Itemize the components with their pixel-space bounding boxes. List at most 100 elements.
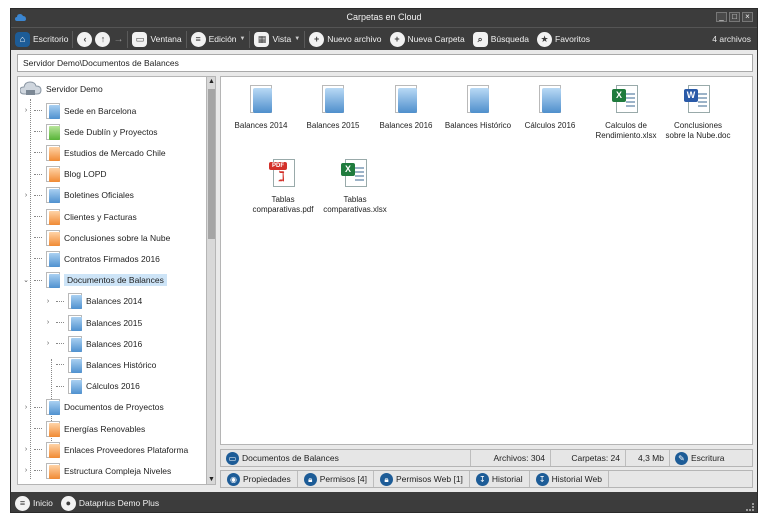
maximize-button[interactable]: □ xyxy=(729,12,740,22)
file-item[interactable]: X Calculos de Rendimiento.xlsx xyxy=(591,85,661,141)
tree-root-label: Servidor Demo xyxy=(46,84,103,94)
expand-icon[interactable]: › xyxy=(22,446,30,453)
forward-icon[interactable]: → xyxy=(113,34,123,45)
new-file-label: Nuevo archivo xyxy=(327,34,382,44)
plus-icon: + xyxy=(389,31,405,47)
close-button[interactable]: × xyxy=(742,12,753,22)
status-bar: ▭ Documentos de Balances Archivos: 304 C… xyxy=(220,449,753,467)
tree-item-label: Enlaces Proveedores Plataforma xyxy=(64,444,189,455)
folder-item[interactable]: Cálculos 2016 xyxy=(515,85,585,131)
back-icon[interactable]: ‹ xyxy=(77,31,93,47)
file-item[interactable]: W Conclusiones sobre la Nube.doc xyxy=(663,85,733,141)
folder-icon xyxy=(46,441,60,458)
folder-icon xyxy=(46,462,60,479)
edit-menu-button[interactable]: ≡ Edición ▼ xyxy=(187,28,250,51)
tab-web-history[interactable]: ↧ Historial Web xyxy=(530,471,609,487)
tree-item[interactable]: Estudios de Mercado Chile xyxy=(22,142,166,163)
write-permission-button[interactable]: ✎ Escritura xyxy=(670,450,752,466)
footer-bar: ≡ Inicio ● Dataprius Demo Plus xyxy=(11,492,757,512)
new-file-button[interactable]: + Nuevo archivo xyxy=(305,28,385,51)
server-icon xyxy=(20,81,42,95)
user-button[interactable]: ● Dataprius Demo Plus xyxy=(57,492,163,512)
tree-item[interactable]: › Boletines Oficiales xyxy=(22,185,134,206)
scroll-down-icon[interactable]: ▼ xyxy=(208,475,215,484)
tab-web-permissions[interactable]: 🔒︎ Permisos Web [1] xyxy=(374,471,470,487)
favorites-button[interactable]: ★ Favoritos xyxy=(533,28,594,51)
tree-item[interactable]: Clientes y Facturas xyxy=(22,206,137,227)
folder-icon xyxy=(68,356,82,373)
window-icon: ▭ xyxy=(132,31,148,47)
new-folder-label: Nueva Carpeta xyxy=(407,34,465,44)
tree-item-label: Conclusiones sobre la Nube xyxy=(64,232,171,243)
properties-tabs: ◉ Propiedades 🔒︎ Permisos [4] 🔒︎ Permiso… xyxy=(220,470,753,488)
new-folder-button[interactable]: + Nueva Carpeta xyxy=(386,28,469,51)
tree-item[interactable]: › Sede en Barcelona xyxy=(22,100,136,121)
tree-scrollbar[interactable]: ▲ ▼ xyxy=(206,76,216,485)
tree-item[interactable]: › Balances 2015 xyxy=(44,312,142,333)
expand-icon[interactable]: › xyxy=(22,192,30,199)
expand-icon[interactable]: › xyxy=(22,467,30,474)
tree-item[interactable]: › Estructura Compleja Niveles xyxy=(22,460,171,481)
tree-item[interactable]: Sede Dublín y Proyectos xyxy=(22,121,158,142)
expand-icon[interactable]: › xyxy=(44,340,52,347)
folder-icon xyxy=(392,85,420,115)
tree-item[interactable]: Blog LOPD xyxy=(22,164,107,185)
tab-properties[interactable]: ◉ Propiedades xyxy=(221,471,298,487)
view-menu-button[interactable]: ▦ Vista ▼ xyxy=(250,28,304,51)
file-name: Balances 2016 xyxy=(379,121,433,130)
pencil-icon: ✎ xyxy=(675,451,688,465)
minimize-button[interactable]: _ xyxy=(716,12,727,22)
folder-item[interactable]: Balances 2015 xyxy=(298,85,368,131)
start-label: Inicio xyxy=(33,498,53,508)
folder-item[interactable]: Balances Histórico xyxy=(443,85,513,131)
tree-item[interactable]: Energías Renovables xyxy=(22,418,145,439)
tree-item[interactable]: › Documentos de Proyectos xyxy=(22,397,164,418)
tab-label: Propiedades xyxy=(243,474,291,484)
tree-item[interactable]: Contratos Firmados 2016 xyxy=(22,248,160,269)
tab-history[interactable]: ↧ Historial xyxy=(470,471,530,487)
expand-icon[interactable]: › xyxy=(22,404,30,411)
tree-item[interactable]: › Enlaces Proveedores Plataforma xyxy=(22,439,188,460)
start-button[interactable]: ≡ Inicio xyxy=(11,492,57,512)
resize-grip-icon[interactable] xyxy=(746,503,754,511)
app-window: Carpetas en Cloud _ □ × ⌂ Escritorio ‹ ↑… xyxy=(10,8,758,513)
tab-label: Historial Web xyxy=(551,474,602,484)
user-icon: ● xyxy=(60,495,76,511)
tree-item-label: Clientes y Facturas xyxy=(64,211,137,222)
tree-item[interactable]: Balances Histórico xyxy=(44,354,156,375)
tree-item[interactable]: › Balances 2014 xyxy=(44,291,142,312)
search-label: Búsqueda xyxy=(490,34,529,44)
tree-item-label: Blog LOPD xyxy=(64,169,107,180)
expand-icon[interactable]: › xyxy=(44,298,52,305)
file-name: Calculos de Rendimiento.xlsx xyxy=(595,121,657,140)
file-item[interactable]: X Tablas comparativas.xlsx xyxy=(320,159,390,215)
tree-item[interactable]: Cálculos 2016 xyxy=(44,376,140,397)
window-menu-button[interactable]: ▭ Ventana xyxy=(128,28,185,51)
expand-icon[interactable]: › xyxy=(22,107,30,114)
file-view: Balances 2014 Balances 2015 Balances 2016 B… xyxy=(220,76,753,445)
path-field[interactable]: Servidor Demo\Documentos de Balances xyxy=(17,54,753,72)
status-files: Archivos: 304 xyxy=(493,453,546,463)
window-title: Carpetas en Cloud xyxy=(346,12,422,22)
folder-status-icon: ▭ xyxy=(226,451,239,465)
tree-item[interactable]: › Balances 2016 xyxy=(44,333,142,354)
tree-root[interactable]: Servidor Demo xyxy=(20,81,103,97)
file-name: Balances Histórico xyxy=(444,121,512,130)
search-button[interactable]: ⌕ Búsqueda xyxy=(469,28,533,51)
folder-item[interactable]: Balances 2014 xyxy=(226,85,296,131)
tree-item-label: Estructura Compleja Niveles xyxy=(64,465,172,476)
expand-icon[interactable]: ⌄ xyxy=(22,276,30,284)
scroll-up-icon[interactable]: ▲ xyxy=(208,77,215,86)
expand-icon[interactable]: › xyxy=(44,319,52,326)
folder-icon xyxy=(46,123,60,140)
plus-icon: + xyxy=(309,31,325,47)
tree-item-label: Balances 2014 xyxy=(86,296,143,307)
up-icon[interactable]: ↑ xyxy=(95,31,111,47)
tab-permissions[interactable]: 🔒︎ Permisos [4] xyxy=(298,471,374,487)
file-item[interactable]: PDF ℷ Tablas comparativas.pdf xyxy=(248,159,318,215)
scroll-thumb[interactable] xyxy=(208,89,215,239)
tree-item[interactable]: ⌄ Documentos de Balances xyxy=(22,270,167,291)
tree-item[interactable]: Conclusiones sobre la Nube xyxy=(22,227,170,248)
folder-item[interactable]: Balances 2016 xyxy=(371,85,441,131)
home-button[interactable]: ⌂ Escritorio xyxy=(11,28,72,51)
